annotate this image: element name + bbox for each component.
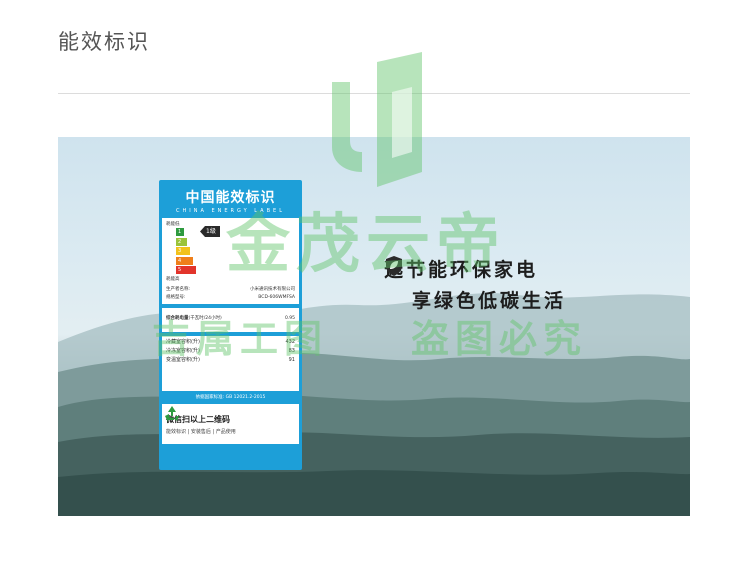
recycle-icon	[165, 406, 179, 422]
current-grade-badge: 1级	[200, 226, 220, 237]
producer-value: 小米通讯技术有限公司	[250, 287, 295, 292]
high-consumption-label: 耗能高	[166, 277, 180, 282]
page-title: 能效标识	[58, 30, 150, 54]
grade-bar-3: 3	[176, 247, 190, 255]
qr-panel: 微信扫以上二维码 能效标识 | 安装售后 | 产品使用	[162, 404, 299, 444]
watermark-brand: 金茂云帝	[226, 208, 506, 282]
producer-info: 生产者名称: 小米通讯技术有限公司 规格型号: BCD-606WMFSA	[166, 286, 295, 302]
grade-bar-2: 2	[176, 237, 187, 246]
model-value: BCD-606WMFSA	[258, 295, 295, 300]
model-row: 规格型号: BCD-606WMFSA	[166, 294, 295, 302]
page: 能效标识 中国能效标识 CHINA ENERGY LABEL 耗能低 1 2 3…	[0, 0, 750, 571]
model-label: 规格型号:	[166, 295, 186, 300]
grade-bar-1: 1	[176, 228, 184, 236]
watermark-logo-icon	[332, 52, 422, 187]
grade-bar-5: 5	[176, 266, 196, 274]
standard-text: 依据国家标准: GB 12021.2-2015	[195, 395, 266, 400]
grade-bars: 1 2 3 4 5	[176, 228, 196, 276]
watermark-left: 吉属工图	[152, 317, 329, 361]
qr-sub-text: 能效标识 | 安装售后 | 产品使用	[166, 428, 236, 435]
grade-bar-4: 4	[176, 256, 193, 265]
watermark-right: 盗图必究	[411, 317, 588, 361]
producer-label: 生产者名称:	[166, 287, 191, 292]
producer-row: 生产者名称: 小米通讯技术有限公司	[166, 286, 295, 294]
